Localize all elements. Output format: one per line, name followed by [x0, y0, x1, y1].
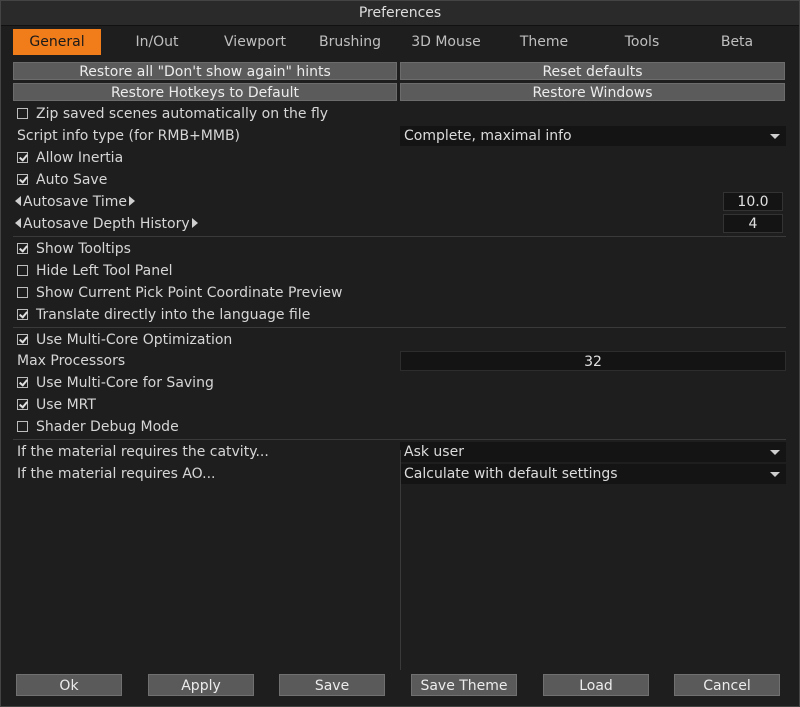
zip-saved-option[interactable]: Zip saved scenes automatically on the fl… [17, 104, 328, 124]
checkbox-checked-icon[interactable] [17, 334, 28, 345]
autosave-depth-row: Autosave Depth History [15, 214, 198, 234]
ao-value: Calculate with default settings [404, 466, 618, 482]
show-tooltips-option[interactable]: Show Tooltips [17, 239, 131, 259]
restore-hints-button[interactable]: Restore all "Don't show again" hints [13, 62, 397, 80]
apply-button[interactable]: Apply [148, 674, 254, 696]
increment-arrow-icon[interactable] [191, 218, 198, 228]
ok-button[interactable]: Ok [16, 674, 122, 696]
multi-core-saving-label: Use Multi-Core for Saving [36, 375, 214, 391]
tab-viewport[interactable]: Viewport [211, 29, 299, 55]
chevron-down-icon[interactable] [770, 134, 780, 139]
restore-hotkeys-button[interactable]: Restore Hotkeys to Default [13, 83, 397, 101]
save-theme-button[interactable]: Save Theme [411, 674, 517, 696]
translate-lang-option[interactable]: Translate directly into the language fil… [17, 305, 310, 325]
load-button[interactable]: Load [543, 674, 649, 696]
checkbox-checked-icon[interactable] [17, 152, 28, 163]
tab-beta[interactable]: Beta [693, 29, 781, 55]
column-divider [400, 450, 401, 670]
max-processors-slider[interactable]: 32 [400, 351, 786, 371]
zip-saved-label: Zip saved scenes automatically on the fl… [36, 106, 329, 122]
checkbox-icon[interactable] [17, 287, 28, 298]
autosave-depth-input[interactable]: 4 [723, 214, 783, 233]
autosave-time-label: Autosave Time [23, 194, 127, 210]
tab-general[interactable]: General [13, 29, 101, 55]
decrement-arrow-icon[interactable] [15, 218, 21, 228]
show-pick-point-label: Show Current Pick Point Coordinate Previ… [36, 285, 343, 301]
show-pick-point-option[interactable]: Show Current Pick Point Coordinate Previ… [17, 283, 342, 303]
cavity-dropdown[interactable]: Ask user [400, 442, 786, 462]
tab-in-out[interactable]: In/Out [113, 29, 201, 55]
save-button[interactable]: Save [279, 674, 385, 696]
autosave-time-input[interactable]: 10.0 [723, 192, 783, 211]
checkbox-icon[interactable] [17, 265, 28, 276]
shader-debug-option[interactable]: Shader Debug Mode [17, 417, 179, 437]
section-divider [13, 439, 786, 440]
checkbox-checked-icon[interactable] [17, 243, 28, 254]
checkbox-checked-icon[interactable] [17, 174, 28, 185]
max-processors-label: Max Processors [17, 353, 126, 369]
multi-core-saving-option[interactable]: Use Multi-Core for Saving [17, 373, 214, 393]
chevron-down-icon[interactable] [770, 450, 780, 455]
script-info-label: Script info type (for RMB+MMB) [17, 128, 241, 144]
section-divider [13, 327, 786, 328]
autosave-depth-label: Autosave Depth History [23, 216, 190, 232]
auto-save-label: Auto Save [36, 172, 108, 188]
checkbox-icon[interactable] [17, 108, 28, 119]
allow-inertia-option[interactable]: Allow Inertia [17, 148, 123, 168]
script-info-dropdown[interactable]: Complete, maximal info [400, 126, 786, 146]
tab-bar: General In/Out Viewport Brushing 3D Mous… [11, 29, 789, 55]
shader-debug-label: Shader Debug Mode [36, 419, 179, 435]
multi-core-label: Use Multi-Core Optimization [36, 332, 233, 348]
tab-theme[interactable]: Theme [500, 29, 588, 55]
hide-left-panel-label: Hide Left Tool Panel [36, 263, 173, 279]
use-mrt-label: Use MRT [36, 397, 96, 413]
script-info-value: Complete, maximal info [404, 128, 572, 144]
tab-tools[interactable]: Tools [598, 29, 686, 55]
auto-save-option[interactable]: Auto Save [17, 170, 107, 190]
ao-label: If the material requires AO... [17, 466, 216, 482]
decrement-arrow-icon[interactable] [15, 196, 21, 206]
allow-inertia-label: Allow Inertia [36, 150, 124, 166]
preferences-window: Preferences General In/Out Viewport Brus… [0, 0, 800, 707]
tab-3d-mouse[interactable]: 3D Mouse [402, 29, 490, 55]
chevron-down-icon[interactable] [770, 472, 780, 477]
ao-dropdown[interactable]: Calculate with default settings [400, 464, 786, 484]
tab-brushing[interactable]: Brushing [306, 29, 394, 55]
checkbox-icon[interactable] [17, 421, 28, 432]
restore-windows-button[interactable]: Restore Windows [400, 83, 785, 101]
use-mrt-option[interactable]: Use MRT [17, 395, 96, 415]
cavity-value: Ask user [404, 444, 464, 460]
translate-lang-label: Translate directly into the language fil… [36, 307, 311, 323]
checkbox-checked-icon[interactable] [17, 309, 28, 320]
section-divider [13, 236, 786, 237]
checkbox-checked-icon[interactable] [17, 399, 28, 410]
cancel-button[interactable]: Cancel [674, 674, 780, 696]
increment-arrow-icon[interactable] [129, 196, 135, 206]
show-tooltips-label: Show Tooltips [36, 241, 131, 257]
cavity-label: If the material requires the catvity... [17, 444, 269, 460]
checkbox-checked-icon[interactable] [17, 377, 28, 388]
autosave-time-row: Autosave Time [15, 192, 135, 212]
window-title: Preferences [1, 1, 799, 26]
reset-defaults-button[interactable]: Reset defaults [400, 62, 785, 80]
hide-left-panel-option[interactable]: Hide Left Tool Panel [17, 261, 173, 281]
multi-core-option[interactable]: Use Multi-Core Optimization [17, 330, 232, 350]
